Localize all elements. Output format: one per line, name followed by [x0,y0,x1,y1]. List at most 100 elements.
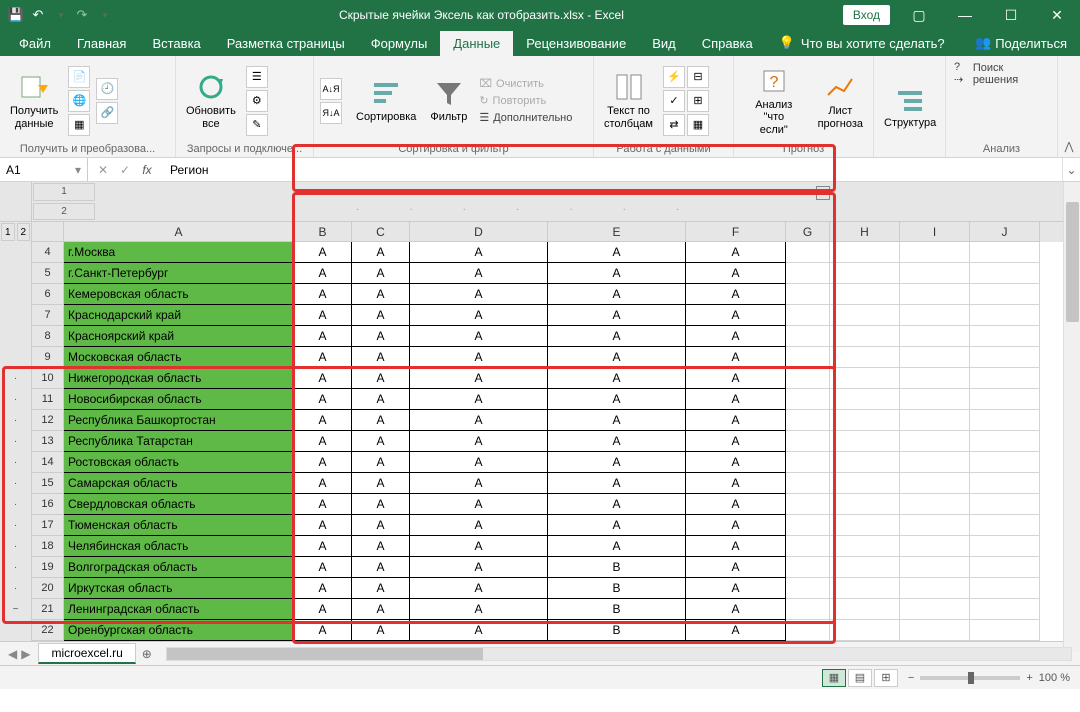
cell[interactable] [786,578,830,599]
row-header[interactable]: 22 [32,620,64,641]
cell[interactable]: A [352,305,410,326]
cell[interactable]: A [294,515,352,536]
cell[interactable] [970,599,1040,620]
cell[interactable]: A [352,368,410,389]
cell[interactable]: Нижегородская область [64,368,294,389]
cell[interactable]: A [410,473,548,494]
cell[interactable]: A [410,578,548,599]
tell-me[interactable]: 💡Что вы хотите сделать? [766,30,958,56]
cell[interactable] [830,326,900,347]
cell[interactable] [970,347,1040,368]
cell[interactable] [900,557,970,578]
cell[interactable] [830,620,900,641]
outline-button[interactable]: Структура [880,81,940,131]
row-outline-sym[interactable]: − [0,599,32,620]
cell[interactable] [830,557,900,578]
recent-sources-icon[interactable]: 🕘 [96,78,118,100]
cell[interactable] [900,284,970,305]
formula-expand-icon[interactable]: ⌄ [1062,158,1080,181]
cell[interactable] [786,326,830,347]
cell[interactable]: A [548,347,686,368]
cell[interactable]: A [548,284,686,305]
cell[interactable]: A [548,536,686,557]
cell[interactable]: A [410,347,548,368]
cell[interactable] [970,473,1040,494]
clear-filter-button[interactable]: ⌧Очистить [477,76,574,91]
cell[interactable] [830,410,900,431]
cell[interactable] [970,326,1040,347]
cell[interactable]: A [686,473,786,494]
cell[interactable] [830,389,900,410]
cell[interactable] [786,494,830,515]
cell[interactable]: A [410,410,548,431]
cell[interactable]: A [548,452,686,473]
cell[interactable]: A [686,326,786,347]
cell[interactable]: Краснодарский край [64,305,294,326]
cell[interactable]: A [352,536,410,557]
row-outline-sym[interactable]: · [0,536,32,557]
cell[interactable]: A [294,620,352,641]
accept-fx-icon[interactable]: ✓ [114,163,136,177]
undo-drop[interactable] [52,7,68,23]
row-header[interactable]: 7 [32,305,64,326]
cell[interactable] [900,368,970,389]
col-header[interactable]: A [64,222,294,242]
solver-button[interactable]: ?⇢Поиск решения [952,60,1051,87]
cell[interactable]: A [352,326,410,347]
cell[interactable]: A [686,536,786,557]
cell[interactable]: A [548,305,686,326]
cell[interactable] [830,431,900,452]
row-header[interactable]: 14 [32,452,64,473]
cell[interactable] [970,389,1040,410]
zoom-in-icon[interactable]: + [1026,672,1032,684]
cell[interactable] [900,326,970,347]
cell[interactable]: A [686,305,786,326]
cell[interactable]: A [352,452,410,473]
cell[interactable]: Красноярский край [64,326,294,347]
cell[interactable]: A [410,305,548,326]
cell[interactable] [900,410,970,431]
cell[interactable] [970,368,1040,389]
cell[interactable] [830,263,900,284]
cell[interactable] [786,242,830,263]
cell[interactable]: Ленинградская область [64,599,294,620]
cell[interactable] [786,368,830,389]
cell[interactable]: A [352,494,410,515]
cell[interactable]: B [548,599,686,620]
select-all[interactable] [32,222,64,242]
tab-view[interactable]: Вид [639,31,689,56]
cell[interactable] [786,284,830,305]
qat-custom[interactable] [96,7,112,23]
cell[interactable]: A [410,431,548,452]
row-header[interactable]: 13 [32,431,64,452]
cell[interactable]: Московская область [64,347,294,368]
cell[interactable]: A [410,368,548,389]
cell[interactable]: A [686,347,786,368]
cell[interactable] [830,515,900,536]
cell[interactable] [970,515,1040,536]
cell[interactable] [830,578,900,599]
cell[interactable]: A [352,389,410,410]
cell[interactable] [786,557,830,578]
cell[interactable]: A [410,326,548,347]
cell[interactable] [830,284,900,305]
filter-button[interactable]: Фильтр [426,75,471,125]
cell[interactable] [786,389,830,410]
cell[interactable]: A [294,410,352,431]
cell[interactable]: г.Санкт-Петербург [64,263,294,284]
cell[interactable] [786,431,830,452]
cell[interactable] [970,452,1040,473]
cell[interactable]: A [410,389,548,410]
cell[interactable] [970,263,1040,284]
cell[interactable]: A [686,242,786,263]
sheet-prev-icon[interactable]: ◀ [8,647,17,661]
cell[interactable] [830,242,900,263]
from-table-icon[interactable]: ▦ [68,114,90,136]
cell[interactable]: A [294,452,352,473]
tab-review[interactable]: Рецензивование [513,31,639,56]
col-header[interactable]: D [410,222,548,242]
cell[interactable]: A [548,473,686,494]
cell[interactable] [830,536,900,557]
cell[interactable]: A [294,305,352,326]
horizontal-scrollbar[interactable] [166,647,1072,661]
